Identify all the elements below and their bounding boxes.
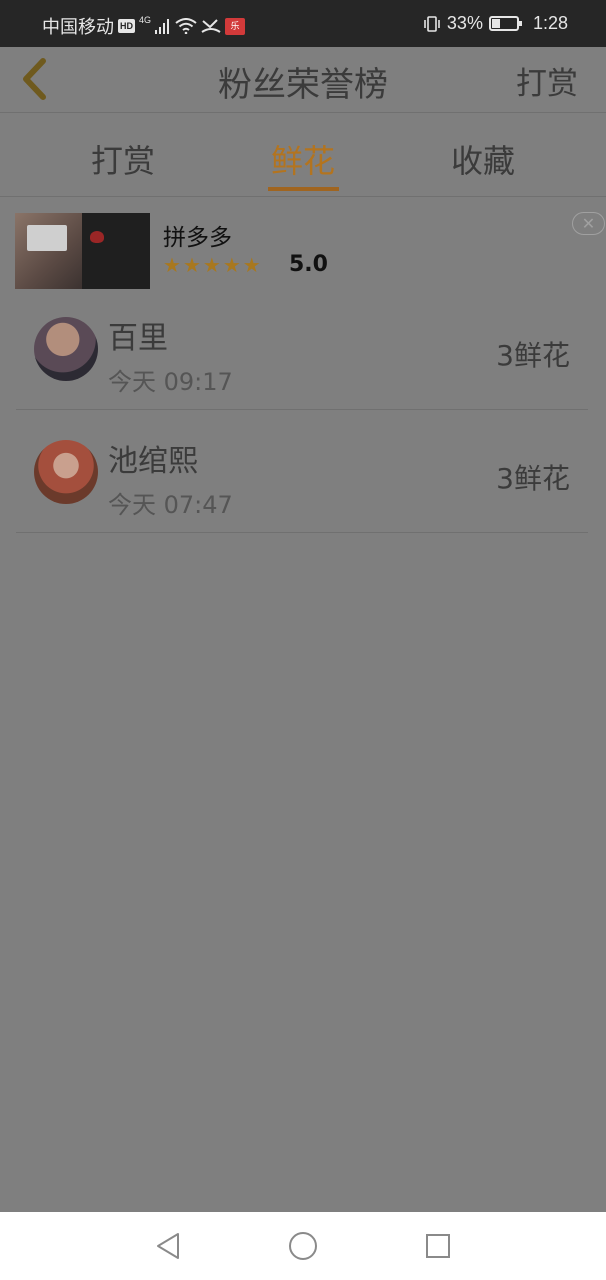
app-notification-icon: 乐 xyxy=(225,17,246,35)
battery-icon xyxy=(488,16,522,31)
username: 百里 xyxy=(108,321,168,356)
flower-count: 3鲜花 xyxy=(496,462,570,495)
hd-icon: HD xyxy=(118,19,135,33)
timestamp: 今天 07:47 xyxy=(108,491,233,519)
status-bar: 中国移动 HD 4G 乐 33% 1:28 xyxy=(0,0,606,47)
ad-rating-value: 5.0 xyxy=(289,252,328,277)
signal-icon xyxy=(155,19,170,34)
nav-recents-button[interactable] xyxy=(423,1231,453,1261)
status-left: 中国移动 HD 4G 乐 xyxy=(42,13,246,39)
list-item[interactable]: 百里 今天 09:17 3鲜花 xyxy=(16,287,588,410)
square-recents-icon xyxy=(426,1234,450,1258)
battery-fill xyxy=(491,19,500,28)
tab-bar: 打赏 鲜花 收藏 xyxy=(0,114,606,197)
tab-reward[interactable]: 打赏 xyxy=(73,136,173,182)
tab-flowers[interactable]: 鲜花 xyxy=(253,136,353,182)
flower-count: 3鲜花 xyxy=(496,339,570,372)
ad-banner[interactable]: 拼多多 ★ ★ ★ ★ ★ 5.0 ✕ xyxy=(0,198,606,292)
status-right: 33% 1:28 xyxy=(423,13,568,34)
ad-image-left xyxy=(15,213,82,289)
avatar[interactable] xyxy=(34,440,98,504)
ad-image-right xyxy=(82,213,150,289)
reward-button[interactable]: 打赏 xyxy=(516,58,578,103)
system-nav-bar xyxy=(0,1212,606,1280)
nav-back-button[interactable] xyxy=(153,1231,183,1261)
star-icon: ★ xyxy=(182,253,201,277)
ad-star-rating: ★ ★ ★ ★ ★ xyxy=(163,255,261,275)
wifi-icon xyxy=(175,18,197,34)
star-icon: ★ xyxy=(222,253,241,277)
ad-app-name[interactable]: 拼多多 xyxy=(163,218,232,252)
active-tab-indicator xyxy=(268,187,339,191)
ad-close-button[interactable]: ✕ xyxy=(572,212,605,235)
carrier-label: 中国移动 xyxy=(42,17,114,37)
ad-thumbnail[interactable] xyxy=(15,213,150,289)
nav-home-button[interactable] xyxy=(288,1231,318,1261)
star-icon: ★ xyxy=(202,253,221,277)
star-icon: ★ xyxy=(242,253,261,277)
vibrate-icon xyxy=(424,15,440,32)
battery-percent: 33% xyxy=(446,13,483,33)
avatar[interactable] xyxy=(34,317,98,381)
star-icon: ★ xyxy=(163,253,181,277)
circle-home-icon xyxy=(289,1232,317,1260)
missed-call-icon xyxy=(201,19,221,33)
header: 粉丝荣誉榜 打赏 xyxy=(0,47,606,113)
username: 池绾熙 xyxy=(108,444,198,479)
close-icon: ✕ xyxy=(581,214,596,233)
triangle-back-icon xyxy=(157,1233,179,1259)
timestamp: 今天 09:17 xyxy=(108,368,233,396)
network-type-label: 4G xyxy=(139,15,152,25)
list-item[interactable]: 池绾熙 今天 07:47 3鲜花 xyxy=(16,410,588,533)
tab-favorites[interactable]: 收藏 xyxy=(433,136,533,182)
clock: 1:28 xyxy=(532,13,568,33)
